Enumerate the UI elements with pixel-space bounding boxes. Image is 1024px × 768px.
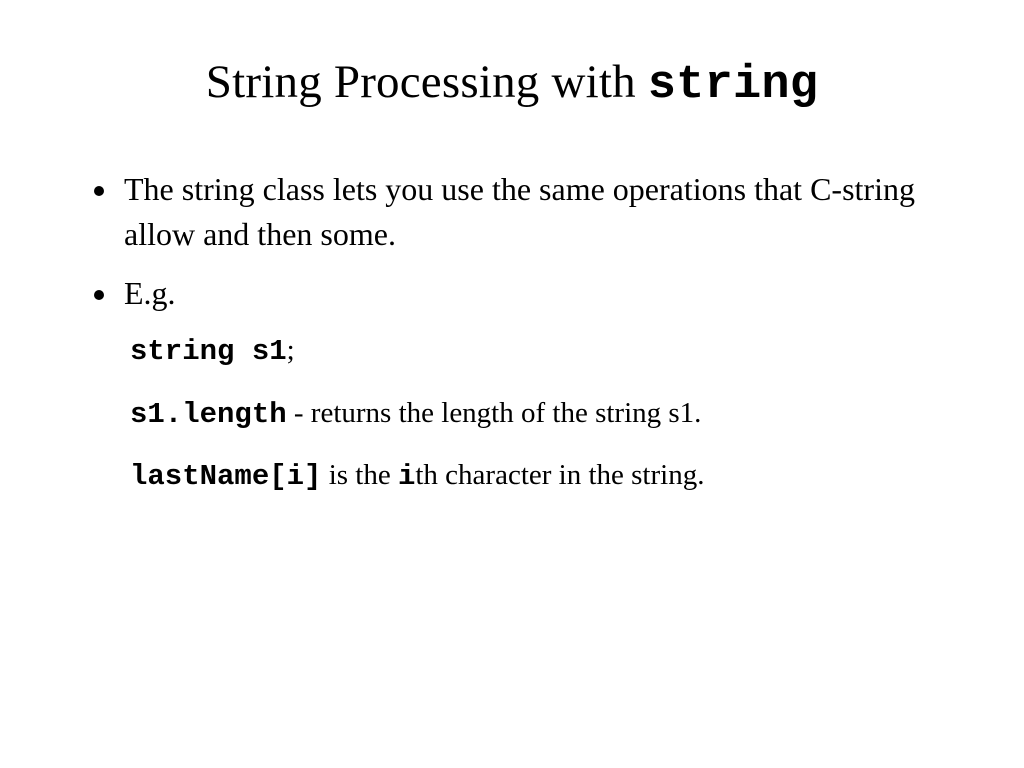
bullet-text: The string class lets you use the same o… [124,171,915,252]
code-mid: is the [321,459,398,491]
code-text: i [398,460,415,493]
slide-title: String Processing with string [80,55,944,112]
title-code: string [648,59,818,112]
code-line: string s1; [130,329,944,374]
bullet-list: The string class lets you use the same o… [80,167,944,499]
code-text: lastName[i] [130,460,321,493]
code-text: s1.length [130,398,287,431]
bullet-text: E.g. [124,275,176,311]
slide: String Processing with string The string… [0,0,1024,768]
bullet-item: E.g. string s1; s1.length - returns the … [120,271,944,499]
code-tail: ; [287,334,295,366]
sub-lines: string s1; s1.length - returns the lengt… [124,329,944,499]
code-explain: - returns the length of the string s1. [287,397,702,429]
code-tail: th character in the string. [415,459,704,491]
code-line: lastName[i] is the ith character in the … [130,454,944,499]
bullet-item: The string class lets you use the same o… [120,167,944,257]
code-text: string s1 [130,335,287,368]
code-line: s1.length - returns the length of the st… [130,392,944,437]
title-prefix: String Processing with [206,56,648,108]
